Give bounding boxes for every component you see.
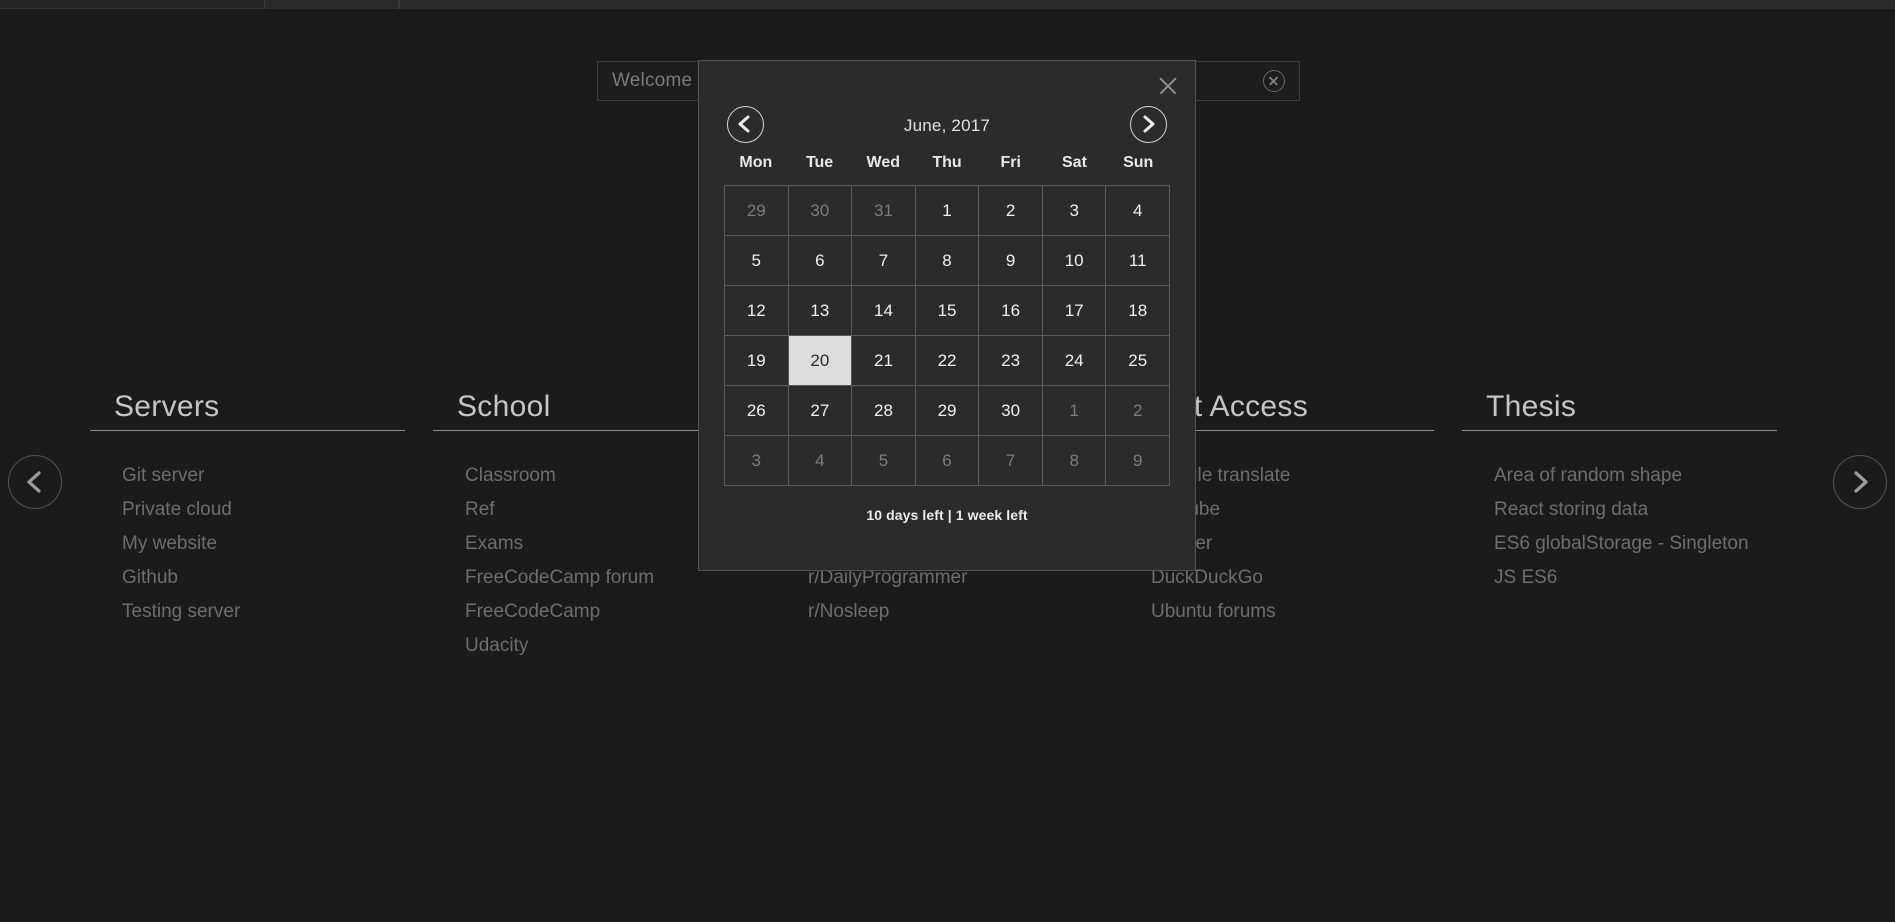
weekday-label: Thu: [932, 154, 962, 171]
calendar-day[interactable]: 13: [788, 286, 853, 336]
calendar-day[interactable]: 10: [1042, 236, 1107, 286]
calendar-week-row: 12 13 14 15 16 17 18: [725, 286, 1171, 336]
calendar-day[interactable]: 31: [852, 186, 916, 236]
weekday-label: Tue: [805, 154, 834, 171]
prev-month-button[interactable]: [727, 106, 764, 143]
calendar-day[interactable]: 2: [1106, 386, 1171, 436]
bookmark-link[interactable]: r/Nosleep: [808, 595, 1091, 629]
calendar-day[interactable]: 14: [852, 286, 916, 336]
top-chrome-strip: [0, 0, 1895, 9]
calendar-month-label: June, 2017: [903, 116, 991, 135]
column-title: Thesis: [1462, 390, 1777, 431]
calendar-modal: June, 2017 Mon Tue Wed Thu Fri Sat Sun 2…: [698, 60, 1196, 571]
calendar-day[interactable]: 6: [915, 436, 980, 486]
weekday-label: Sun: [1123, 154, 1154, 171]
column-thesis: Thesis Area of random shape React storin…: [1462, 390, 1805, 663]
bookmark-link[interactable]: React storing data: [1494, 493, 1777, 527]
calendar-week-row: 19 20 21 22 23 24 25: [725, 336, 1171, 386]
next-month-button[interactable]: [1130, 106, 1167, 143]
calendar-day[interactable]: 30: [788, 186, 853, 236]
bookmark-link[interactable]: Git server: [122, 459, 405, 493]
calendar-day[interactable]: 5: [852, 436, 916, 486]
weekday-label: Fri: [1000, 154, 1021, 171]
weekday-label: Wed: [866, 154, 901, 171]
calendar-day[interactable]: 22: [915, 336, 980, 386]
calendar-week-row: 26 27 28 29 30 1 2: [725, 386, 1171, 436]
calendar-day[interactable]: 3: [725, 436, 789, 486]
bookmark-link[interactable]: Udacity: [465, 629, 748, 663]
calendar-day[interactable]: 4: [1106, 186, 1171, 236]
calendar-day[interactable]: 27: [788, 386, 853, 436]
calendar-grid: 29 30 31 1 2 3 4 5 6 7 8 9 10 11 12 13 14 15 16 17 18 19 20 21 2…: [724, 185, 1171, 486]
bookmark-link[interactable]: Ubuntu forums: [1151, 595, 1434, 629]
bookmark-link[interactable]: ES6 globalStorage - Singleton: [1494, 527, 1777, 561]
calendar-week-row: 3456789: [725, 436, 1171, 486]
chevron-left-circle-icon: [738, 115, 750, 133]
calendar-day[interactable]: 8: [915, 236, 980, 286]
calendar-day[interactable]: 12: [725, 286, 789, 336]
calendar-day[interactable]: 21: [852, 336, 916, 386]
calendar-day[interactable]: 7: [852, 236, 916, 286]
column-links: Git server Private cloud My website Gith…: [90, 431, 405, 629]
calendar-day[interactable]: 28: [852, 386, 916, 436]
calendar-day[interactable]: 19: [725, 336, 789, 386]
calendar-day[interactable]: 3: [1042, 186, 1107, 236]
calendar-day[interactable]: 1: [915, 186, 980, 236]
calendar-day[interactable]: 25: [1106, 336, 1171, 386]
calendar-day[interactable]: 6: [788, 236, 853, 286]
calendar-day[interactable]: 26: [725, 386, 789, 436]
calendar-day[interactable]: 11: [1106, 236, 1171, 286]
bookmark-link[interactable]: Private cloud: [122, 493, 405, 527]
calendar-day[interactable]: 16: [979, 286, 1043, 336]
calendar-day-selected[interactable]: 20: [788, 336, 853, 386]
calendar-day[interactable]: 9: [979, 236, 1043, 286]
chrome-bar-segment: [399, 0, 1895, 9]
calendar-week-row: 5 6 7 8 9 10 11: [725, 236, 1171, 286]
calendar-day[interactable]: 30: [979, 386, 1043, 436]
weekday-label: Mon: [739, 154, 773, 171]
start-page: Welcome Servers Git server Private cloud…: [0, 0, 1895, 922]
calendar-day[interactable]: 24: [1042, 336, 1107, 386]
bookmark-link[interactable]: FreeCodeCamp: [465, 595, 748, 629]
bookmark-link[interactable]: JS ES6: [1494, 561, 1777, 595]
calendar-day[interactable]: 5: [725, 236, 789, 286]
calendar-day[interactable]: 2: [979, 186, 1043, 236]
calendar-day[interactable]: 15: [915, 286, 980, 336]
bookmark-link[interactable]: Github: [122, 561, 405, 595]
column-title: Servers: [90, 390, 405, 431]
calendar-footer-status: 10 days left | 1 week left: [866, 507, 1028, 523]
chrome-tab-segment: [264, 0, 399, 9]
calendar-day[interactable]: 29: [915, 386, 980, 436]
calendar-week-row: 29 30 31 1 2 3 4: [725, 186, 1171, 236]
column-servers: Servers Git server Private cloud My webs…: [90, 390, 433, 663]
calendar-day[interactable]: 17: [1042, 286, 1107, 336]
bookmark-link[interactable]: Area of random shape: [1494, 459, 1777, 493]
calendar-day[interactable]: 8: [1042, 436, 1107, 486]
calendar-day[interactable]: 18: [1106, 286, 1171, 336]
calendar-weekday-row: Mon Tue Wed Thu Fri Sat Sun: [699, 154, 1195, 185]
chevron-right-circle-icon: [1143, 115, 1155, 133]
calendar-day[interactable]: 1: [1042, 386, 1107, 436]
calendar-day[interactable]: 23: [979, 336, 1043, 386]
calendar-day[interactable]: 9: [1106, 436, 1171, 486]
bookmark-link[interactable]: My website: [122, 527, 405, 561]
column-links: Area of random shape React storing data …: [1462, 431, 1777, 595]
circle-x-icon[interactable]: [1263, 70, 1285, 92]
calendar-day[interactable]: 29: [725, 186, 789, 236]
calendar-day[interactable]: 7: [979, 436, 1043, 486]
calendar-day[interactable]: 4: [788, 436, 853, 486]
bookmark-link[interactable]: Testing server: [122, 595, 405, 629]
calendar-header: June, 2017: [699, 94, 1195, 158]
weekday-label: Sat: [1062, 154, 1087, 171]
